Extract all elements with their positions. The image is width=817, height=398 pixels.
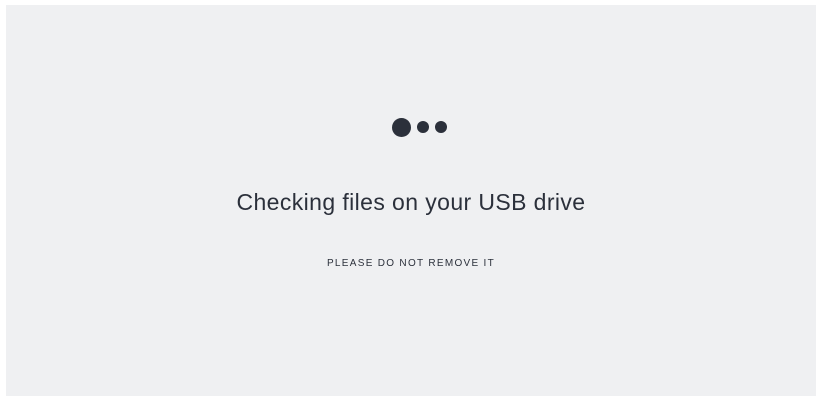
loading-dot-icon <box>417 121 429 133</box>
loading-dot-icon <box>392 117 411 137</box>
loading-dots-icon <box>392 117 447 137</box>
status-title: Checking files on your USB drive <box>236 189 586 215</box>
loading-dot-icon <box>435 121 447 133</box>
status-subtitle: PLEASE DO NOT REMOVE IT <box>326 258 496 269</box>
usb-check-screen: Checking files on your USB drive PLEASE … <box>6 5 816 396</box>
